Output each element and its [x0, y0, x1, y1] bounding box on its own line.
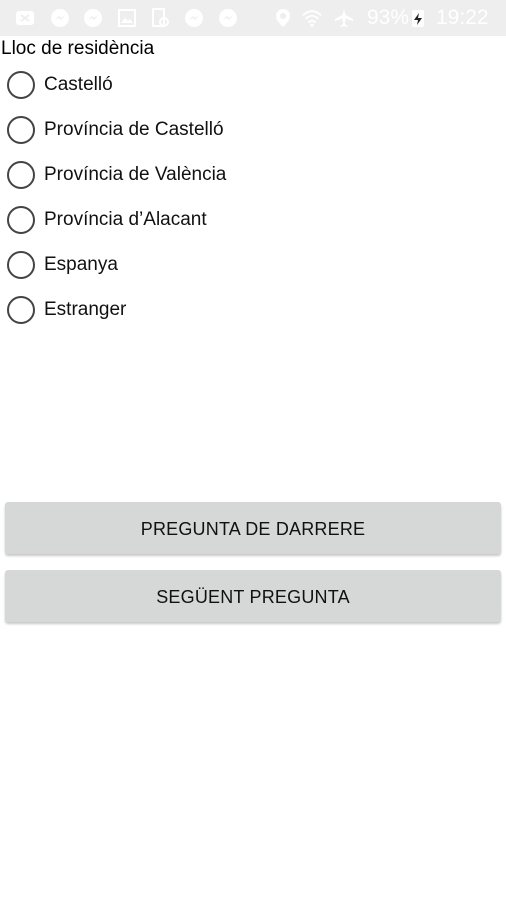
location-icon [273, 8, 293, 28]
radio-option-espanya[interactable]: Espanya [6, 248, 118, 282]
previous-question-button[interactable]: PREGUNTA DE DARRERE [5, 502, 501, 554]
radio-label: Estranger [44, 299, 127, 320]
radio-option-provincia-castello[interactable]: Província de Castelló [6, 113, 224, 147]
data-saver-icon [150, 8, 170, 28]
battery-percentage: 93% [367, 6, 410, 29]
radio-option-provincia-valencia[interactable]: Província de València [6, 158, 226, 192]
status-bar: 93% 19:22 [0, 0, 506, 36]
radio-label: Província de Castelló [44, 119, 224, 140]
radio-button[interactable] [7, 161, 35, 189]
charging-icon [412, 10, 424, 27]
clock: 19:22 [436, 6, 489, 29]
question-title: Lloc de residència [1, 38, 155, 59]
messenger-icon [184, 8, 204, 28]
messenger-icon [218, 8, 238, 28]
radio-button[interactable] [7, 206, 35, 234]
messenger-icon [50, 8, 70, 28]
wifi-icon [302, 8, 322, 28]
radio-label: Castelló [44, 74, 113, 95]
radio-button[interactable] [7, 71, 35, 99]
next-question-button[interactable]: SEGÜENT PREGUNTA [5, 570, 501, 622]
gallery-icon [117, 8, 137, 28]
radio-option-castello[interactable]: Castelló [6, 68, 113, 102]
airplane-mode-icon [334, 8, 354, 28]
notification-icon [15, 8, 35, 28]
radio-button[interactable] [7, 116, 35, 144]
radio-label: Espanya [44, 254, 118, 275]
radio-option-provincia-alacant[interactable]: Província d’Alacant [6, 203, 207, 237]
radio-label: Província de València [44, 164, 227, 185]
radio-button[interactable] [7, 251, 35, 279]
messenger-icon [83, 8, 103, 28]
radio-button[interactable] [7, 296, 35, 324]
radio-label: Província d’Alacant [44, 209, 207, 230]
radio-option-estranger[interactable]: Estranger [6, 293, 126, 327]
